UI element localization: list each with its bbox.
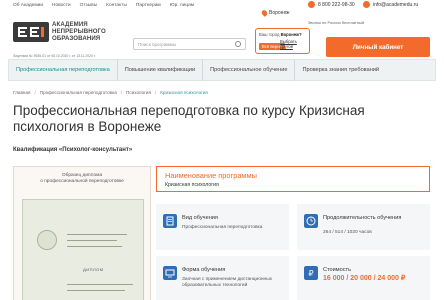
search-icon[interactable] [235,41,241,47]
breadcrumb-home[interactable]: Главная [13,90,30,95]
top-nav-reviews[interactable]: Отзывы [80,3,98,8]
search-placeholder: Поиск программы [138,42,177,47]
breadcrumb-separator: / [34,90,36,95]
logo-text[interactable]: АКАДЕМИЯ НЕПРЕРЫВНОГО ОБРАЗОВАНИЯ [52,21,106,42]
category-qualification[interactable]: Повышение квалификации [118,59,204,81]
top-nav-legal[interactable]: Юр. лицам [170,3,194,8]
diploma-sample-card[interactable]: Образец диплома о профессиональной переп… [13,166,151,300]
phone-icon [308,1,315,8]
logo-line-3: ОБРАЗОВАНИЯ [52,35,101,42]
logo-icon[interactable] [13,22,49,42]
document-icon [163,214,177,228]
info-study-type: Вид обучения Профессиональная переподгот… [156,204,289,250]
info-label: Форма обучения [182,267,226,273]
info-label: Вид обучения [182,215,218,221]
diploma-line [67,240,117,241]
city-question-city: Воронеж? [280,32,302,37]
top-nav-contacts[interactable]: Контакты [106,3,127,8]
price-value: 16 000 / 20 000 / 24 000 ₽ [323,275,406,282]
info-value: Заочная с применением дистанционных обра… [182,277,273,288]
top-nav-partners[interactable]: Партнерам [136,3,161,8]
logo-line-2: НЕПРЕРЫВНОГО [52,28,106,35]
breadcrumb-psychology[interactable]: Психология [126,90,151,95]
monitor-icon [163,266,177,280]
city-name[interactable]: Воронеж [269,10,290,16]
cabinet-button[interactable]: Личный кабинет [326,37,430,57]
breadcrumb-separator: / [120,90,123,95]
diploma-line [67,234,127,235]
logo-line-1: АКАДЕМИЯ [52,21,88,28]
email-address[interactable]: info@academedu.ru [373,2,418,8]
svg-text:₽: ₽ [308,269,313,278]
info-price: ₽ Стоимость 16 000 / 20 000 / 24 000 ₽ [297,256,430,300]
city-selector[interactable]: Воронеж [260,9,290,17]
email-link[interactable]: info@academedu.ru [363,1,418,8]
info-label: Стоимость [323,267,352,273]
top-nav-about[interactable]: Об Академии [13,3,43,8]
diploma-line [67,284,133,285]
top-nav: Об Академии Новости Отзывы Контакты Парт… [13,3,194,8]
info-value: Профессиональная переподготовка [182,225,263,230]
ruble-icon: ₽ [304,266,318,280]
city-question-prefix: Ваш город [259,32,280,37]
diploma-doc-title: ДИПЛОМ [83,267,104,272]
info-duration: Продолжительность обучения 264 / 514 / 1… [297,204,430,250]
category-retraining[interactable]: Профессиональная переподготовка [9,59,118,81]
breadcrumb: Главная / Профессиональная переподготовк… [13,90,208,95]
top-nav-news[interactable]: Новости [52,3,71,8]
mail-icon [363,1,370,8]
info-label: Продолжительность обучения [323,215,402,221]
header: АКАДЕМИЯ НЕПРЕРЫВНОГО ОБРАЗОВАНИЯ Лиценз… [0,10,444,58]
info-value: 264 / 514 / 1020 часов [323,230,372,235]
program-name-box: Наименование программы Кризисная психоло… [156,166,430,192]
breadcrumb-separator: / [154,90,157,95]
phone-note: Звонок по России бесплатный [308,20,365,25]
breadcrumb-current: Кризисная психология [160,90,208,95]
breadcrumb-retraining[interactable]: Профессиональная переподготовка [40,90,117,95]
diploma-line [67,290,125,291]
diploma-line [67,246,122,247]
diploma-caption-line-2: о профессиональной переподготовке [40,179,124,184]
search-input[interactable]: Поиск программы [133,38,246,50]
category-requirements[interactable]: Проверка знания требований [295,59,386,81]
program-heading: Наименование программы [165,171,257,180]
page-title: Профессиональная переподготовка по курсу… [13,103,365,134]
city-confirm-popup: Ваш город Воронеж? Всё верно Выбрать дру… [255,28,310,54]
emblem-icon [37,230,57,250]
qualification-label: Квалификация «Психолог-консультант» [13,147,133,153]
phone-link[interactable]: 8 800 222-98-30 [308,1,355,8]
top-bar: Об Академии Новости Отзывы Контакты Парт… [0,0,444,10]
info-study-form: Форма обучения Заочная с применением дис… [156,256,289,300]
phone-number[interactable]: 8 800 222-98-30 [318,2,355,8]
location-pin-icon [260,9,269,17]
city-other-link[interactable]: Выбрать другой [280,39,309,49]
program-name: Кризисная психология [165,182,219,188]
diploma-caption: Образец диплома о профессиональной переп… [14,173,150,185]
category-nav: Профессиональная переподготовка Повышени… [8,59,436,81]
diploma-image[interactable]: ДИПЛОМ [22,199,144,300]
category-training[interactable]: Профессиональное обучение [203,59,296,81]
city-question: Ваш город Воронеж? [259,32,306,37]
clock-icon [304,214,318,228]
license-text: Лицензия № 9535-01 от 06.10.2020 г. от 1… [13,54,96,58]
